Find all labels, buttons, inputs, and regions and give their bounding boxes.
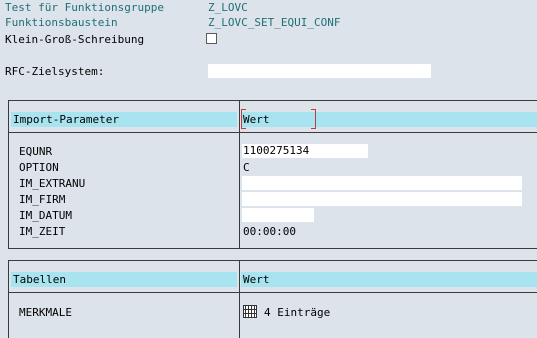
param-value-im-zeit[interactable]: 00:00:00 — [243, 225, 296, 239]
table-name-merkmale: MERKMALE — [19, 306, 72, 319]
param-value-im-firm[interactable] — [242, 192, 522, 206]
case-sensitivity-checkbox[interactable] — [206, 33, 217, 44]
param-name-equnr: EQUNR — [19, 145, 53, 158]
column-divider — [239, 261, 240, 338]
function-module-label: Funktionsbaustein — [5, 16, 118, 29]
function-group-value: Z_LOVC — [208, 1, 248, 14]
param-value-im-extranu[interactable] — [242, 176, 522, 190]
param-name-im-extranu: IM_EXTRANU — [19, 177, 86, 190]
rfc-target-label: RFC-Zielsystem: — [5, 65, 105, 78]
table-entries-merkmale[interactable]: 4 Einträge — [264, 306, 330, 320]
param-name-im-firm: IM_FIRM — [19, 193, 66, 206]
function-module-value: Z_LOVC_SET_EQUI_CONF — [208, 16, 341, 29]
tables-header: Tabellen — [11, 272, 237, 287]
column-divider — [239, 101, 240, 248]
param-name-im-zeit: IM_ZEIT — [19, 225, 66, 238]
case-sensitivity-label: Klein-Groß-Schreibung — [5, 33, 145, 46]
tables-value-header: Wert — [241, 272, 537, 287]
import-parameter-header: Import-Parameter — [11, 112, 237, 127]
focus-bracket-left — [241, 109, 246, 129]
function-group-label: Test für Funktionsgruppe — [5, 1, 164, 14]
param-value-equnr[interactable]: 1100275134 — [242, 144, 368, 158]
header-divider — [9, 132, 537, 133]
focus-bracket-right — [311, 109, 316, 129]
table-icon[interactable] — [243, 305, 257, 318]
param-name-option: OPTION — [19, 161, 59, 174]
rfc-target-input[interactable] — [208, 64, 431, 78]
tables-table: Tabellen Wert MERKMALE 4 Einträge — [8, 260, 537, 338]
param-name-im-datum: IM_DATUM — [19, 209, 72, 222]
param-value-im-datum[interactable] — [242, 208, 314, 222]
param-value-option[interactable]: C — [243, 161, 250, 175]
import-parameters-table: Import-Parameter Wert EQUNR 1100275134 O… — [8, 100, 537, 249]
header-divider — [9, 292, 537, 293]
value-header: Wert — [241, 112, 537, 127]
